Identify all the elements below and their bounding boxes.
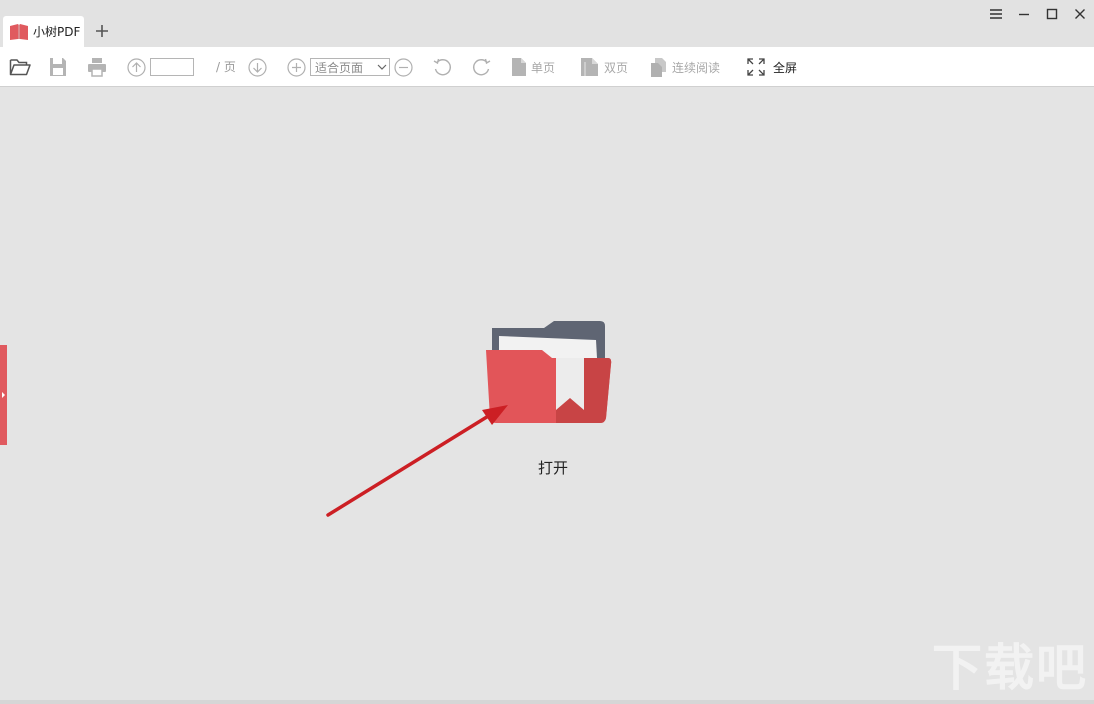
expand-arrow-icon — [2, 392, 5, 398]
continuous-read-button[interactable]: 连续阅读 — [650, 47, 720, 87]
zoom-in-button[interactable] — [287, 47, 306, 87]
double-page-icon — [581, 58, 598, 76]
menu-button[interactable] — [985, 3, 1007, 25]
minimize-icon — [1019, 13, 1029, 16]
folder-bookmark-icon — [486, 321, 612, 423]
rotate-right-icon — [473, 58, 491, 75]
sidebar-toggle[interactable] — [0, 345, 7, 445]
next-page-button[interactable] — [248, 47, 267, 87]
folder-open-icon — [9, 59, 31, 76]
title-bar: 小树PDF — [0, 0, 1094, 47]
page-total-label: / 页 — [216, 60, 236, 74]
rotate-left-icon — [433, 58, 451, 75]
zoom-out-button[interactable] — [394, 47, 413, 87]
continuous-read-label: 连续阅读 — [672, 60, 721, 75]
new-tab-button[interactable] — [92, 21, 112, 41]
single-page-label: 单页 — [531, 60, 556, 75]
rotate-right-button[interactable] — [471, 47, 492, 87]
tab-document[interactable]: 小树PDF — [3, 16, 84, 47]
plus-icon — [96, 25, 108, 37]
close-button[interactable] — [1069, 3, 1091, 25]
continuous-pages-icon — [651, 57, 666, 77]
fullscreen-icon — [747, 58, 765, 76]
minimize-button[interactable] — [1013, 3, 1035, 25]
single-page-button[interactable]: 单页 — [511, 47, 555, 87]
tab-title: 小树PDF — [33, 25, 81, 39]
app-logo-icon — [10, 23, 28, 40]
fullscreen-label: 全屏 — [773, 60, 798, 75]
plus-circle-icon — [287, 57, 306, 77]
arrow-up-circle-icon — [127, 57, 146, 77]
open-document-area[interactable]: 打开 — [484, 318, 616, 488]
zoom-value: 适合页面 — [315, 60, 364, 75]
double-page-label: 双页 — [604, 60, 629, 75]
bottom-edge — [0, 700, 1094, 704]
toolbar: / 页 适合页面 单页 双页 连续阅读 全屏 — [0, 47, 1094, 87]
previous-page-button[interactable] — [127, 47, 146, 87]
menu-icon — [990, 9, 1002, 19]
arrow-down-circle-icon — [248, 57, 267, 77]
watermark: 下载吧 — [932, 639, 1088, 697]
double-page-button[interactable]: 双页 — [580, 47, 628, 87]
fullscreen-button[interactable]: 全屏 — [747, 47, 797, 87]
save-button[interactable] — [49, 47, 67, 87]
chevron-down-icon — [377, 64, 387, 70]
print-button[interactable] — [87, 47, 107, 87]
save-icon — [50, 58, 66, 76]
maximize-button[interactable] — [1041, 3, 1063, 25]
open-label: 打开 — [537, 459, 568, 477]
printer-icon — [88, 58, 106, 77]
page-number-input[interactable] — [150, 58, 194, 76]
maximize-icon — [1046, 8, 1058, 20]
single-page-icon — [512, 58, 526, 76]
rotate-left-button[interactable] — [432, 47, 453, 87]
minus-circle-icon — [394, 57, 413, 77]
open-file-button[interactable] — [9, 47, 31, 87]
zoom-select[interactable]: 适合页面 — [310, 58, 390, 76]
close-icon — [1075, 9, 1085, 19]
